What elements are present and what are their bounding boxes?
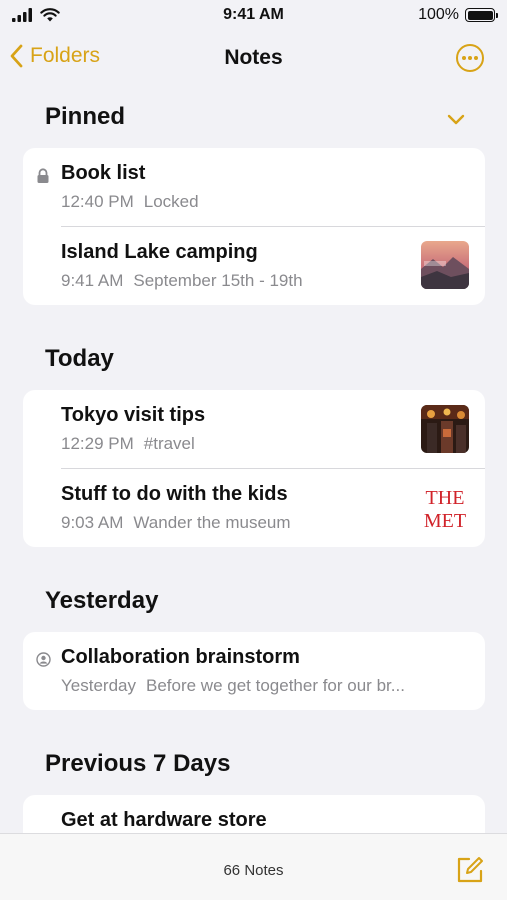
- note-time: 9:03 AM: [61, 513, 124, 532]
- note-title: Tokyo visit tips: [61, 404, 206, 426]
- note-title: Collaboration brainstorm: [61, 646, 300, 668]
- landscape-thumbnail-image: [421, 241, 469, 289]
- note-time: 12:29 PM: [61, 434, 134, 453]
- note-row-collaboration[interactable]: Collaboration brainstorm Yesterday Before…: [23, 632, 485, 710]
- note-time: Yesterday: [61, 676, 136, 695]
- note-row-island-lake[interactable]: Island Lake camping 9:41 AM September 15t…: [23, 227, 485, 305]
- note-subtitle: 12:29 PM #travel: [61, 434, 195, 454]
- battery-icon: [465, 8, 498, 22]
- note-preview: Wander the museum: [133, 513, 291, 532]
- shared-person-icon: [36, 652, 51, 667]
- status-right: 100%: [418, 6, 498, 24]
- note-preview: Locked: [143, 192, 199, 211]
- note-subtitle: Yesterday Before we get together for our …: [61, 676, 471, 696]
- battery-percent: 100%: [418, 6, 459, 23]
- note-title: Get at hardware store: [61, 809, 267, 831]
- status-bar: 9:41 AM 100%: [0, 0, 507, 30]
- section-header-yesterday: Yesterday: [45, 587, 159, 614]
- lock-icon: [37, 168, 49, 183]
- note-row-kids[interactable]: Stuff to do with the kids 9:03 AM Wander …: [23, 469, 485, 547]
- today-card: Tokyo visit tips 12:29 PM #travel Stuff t…: [23, 390, 485, 547]
- svg-text:MET: MET: [424, 510, 466, 531]
- pinned-card: Book list 12:40 PM Locked Island Lake cam…: [23, 148, 485, 305]
- svg-text:THE: THE: [426, 487, 465, 509]
- section-header-previous-7-days: Previous 7 Days: [45, 750, 231, 777]
- note-title: Stuff to do with the kids: [61, 483, 288, 505]
- note-subtitle: 9:41 AM September 15th - 19th: [61, 271, 303, 291]
- section-header-pinned: Pinned: [45, 103, 126, 130]
- yesterday-card: Collaboration brainstorm Yesterday Before…: [23, 632, 485, 710]
- nav-bar: Folders Notes: [0, 36, 507, 80]
- note-preview: #travel: [143, 434, 195, 453]
- note-preview: Before we get together for our br...: [145, 676, 405, 695]
- page-title: Notes: [224, 46, 283, 69]
- note-title: Island Lake camping: [61, 241, 258, 263]
- note-time: 12:40 PM: [61, 192, 134, 211]
- note-row-book-list[interactable]: Book list 12:40 PM Locked: [23, 148, 485, 227]
- note-row-tokyo[interactable]: Tokyo visit tips 12:29 PM #travel: [23, 390, 485, 469]
- note-title: Book list: [61, 162, 146, 184]
- note-subtitle: 9:03 AM Wander the museum: [61, 513, 291, 533]
- notes-list[interactable]: Pinned Book list 12:40 PM Locked Island L…: [0, 90, 507, 833]
- chevron-down-icon[interactable]: [447, 114, 465, 126]
- met-logo-thumbnail-image: THE MET: [421, 483, 469, 531]
- previous-card: Get at hardware store: [23, 795, 485, 833]
- note-preview: September 15th - 19th: [133, 271, 303, 290]
- more-options-icon[interactable]: [455, 43, 485, 73]
- street-photo-thumbnail-image: [421, 405, 469, 453]
- note-row-hardware[interactable]: Get at hardware store: [23, 795, 485, 833]
- note-subtitle: 12:40 PM Locked: [61, 192, 199, 212]
- bottom-toolbar: 66 Notes: [0, 833, 507, 900]
- notes-count: 66 Notes: [223, 862, 284, 879]
- section-header-today: Today: [45, 345, 114, 372]
- note-time: 9:41 AM: [61, 271, 124, 290]
- compose-icon[interactable]: [455, 855, 485, 885]
